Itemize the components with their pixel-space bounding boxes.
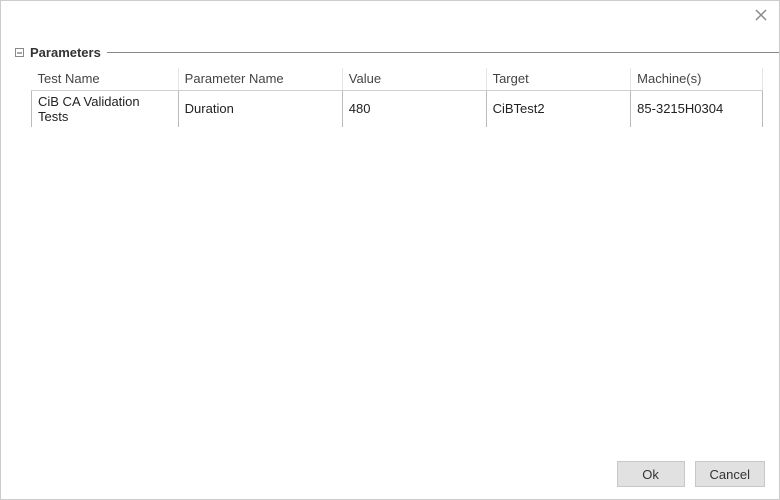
parameters-groupbox: Parameters Test Name Parameter Name Valu…: [15, 45, 779, 127]
dialog-buttons: Ok Cancel: [617, 461, 765, 487]
ok-button[interactable]: Ok: [617, 461, 685, 487]
col-header-value[interactable]: Value: [342, 68, 486, 90]
parameters-table: Test Name Parameter Name Value Target Ma…: [31, 68, 763, 127]
groupbox-title: Parameters: [24, 45, 105, 60]
col-header-target[interactable]: Target: [486, 68, 631, 90]
col-header-test-name[interactable]: Test Name: [32, 68, 179, 90]
cell-parameter-name: Duration: [178, 90, 342, 127]
cancel-button[interactable]: Cancel: [695, 461, 765, 487]
close-icon[interactable]: [751, 5, 771, 25]
col-header-parameter-name[interactable]: Parameter Name: [178, 68, 342, 90]
table-header-row: Test Name Parameter Name Value Target Ma…: [32, 68, 763, 90]
cell-target: CiBTest2: [486, 90, 631, 127]
cell-test-name: CiB CA Validation Tests: [32, 90, 179, 127]
groupbox-divider: [107, 52, 779, 53]
cell-machines: 85-3215H0304: [631, 90, 763, 127]
table-row[interactable]: CiB CA Validation Tests Duration 480 CiB…: [32, 90, 763, 127]
col-header-machines[interactable]: Machine(s): [631, 68, 763, 90]
groupbox-header: Parameters: [15, 45, 779, 60]
collapse-icon[interactable]: [15, 48, 24, 57]
cell-value: 480: [342, 90, 486, 127]
